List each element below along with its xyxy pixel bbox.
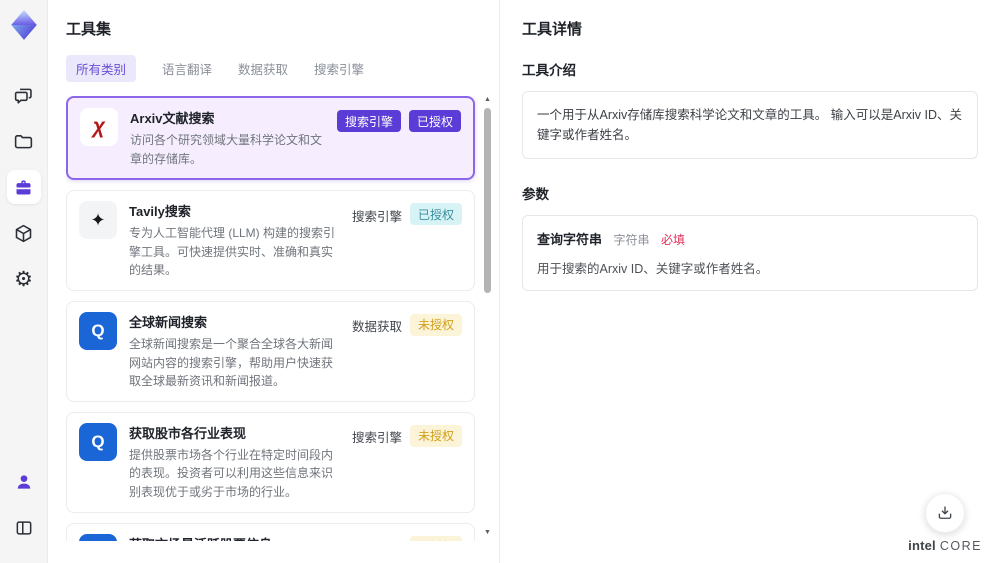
tool-description: 访问各个研究领域大量科学论文和文章的存储库。 <box>130 133 323 166</box>
news-q-icon: Q <box>79 311 117 350</box>
user-icon[interactable] <box>7 465 41 499</box>
arxiv-icon: χ <box>80 108 118 146</box>
parameter-type: 字符串 <box>613 233 650 247</box>
panel-toggle-icon[interactable] <box>7 511 41 545</box>
sparkle-glyph: ✦ <box>90 209 106 230</box>
tool-name: 获取股市各行业表现 <box>129 425 247 441</box>
tool-info: Tavily搜索 专为人工智能代理 (LLM) 构建的搜索引擎工具。可快速提供实… <box>129 201 340 280</box>
toolbox-icon[interactable] <box>6 170 41 204</box>
category-badge: 搜索引擎 <box>336 110 401 132</box>
tool-list: χ Arxiv文献搜索 访问各个研究领域大量科学论文和文章的存储库。 搜索引擎 … <box>66 96 499 541</box>
sparkle-icon: ✦ <box>79 201 117 240</box>
tab-data-fetch[interactable]: 数据获取 <box>238 55 288 82</box>
parameter-name: 查询字符串 <box>537 232 603 247</box>
brand-core: core <box>939 539 982 553</box>
params-heading: 参数 <box>522 187 549 202</box>
tool-badges: 搜索引擎 已授权 <box>336 108 461 168</box>
category-label: 搜索引擎 <box>351 209 402 224</box>
tool-info: 全球新闻搜索 全球新闻搜索是一个聚合全球各大新闻网站内容的搜索引擎，帮助用户快速… <box>129 312 340 391</box>
tool-card-arxiv[interactable]: χ Arxiv文献搜索 访问各个研究领域大量科学论文和文章的存储库。 搜索引擎 … <box>66 96 475 181</box>
brand-intel: intel <box>908 538 936 553</box>
gem-logo-icon[interactable] <box>7 8 41 42</box>
tool-info: 获取市场最活跃股票信息 提供当天交易量最高的股票列表。投资者可以利用这些信息来识… <box>129 534 340 541</box>
auth-badge: 未授权 <box>409 424 462 447</box>
tool-details-panel: 工具详情 工具介绍 一个用于从Arxiv存储库搜索科学论文和文章的工具。 输入可… <box>500 0 1000 563</box>
auth-badge: 未授权 <box>409 313 462 336</box>
scrollbar-thumb[interactable] <box>484 108 491 293</box>
tool-info: 获取股市各行业表现 提供股票市场各个行业在特定时间段内的表现。投资者可以利用这些… <box>129 423 340 502</box>
cube-icon[interactable] <box>7 216 41 250</box>
required-badge: 必填 <box>660 233 685 247</box>
category-label: 搜索引擎 <box>351 431 402 446</box>
folder-icon[interactable] <box>7 124 41 158</box>
auth-badge: 未授权 <box>409 535 462 541</box>
news-q-icon: Q <box>79 422 117 461</box>
category-tabs: 所有类别 语言翻译 数据获取 搜索引擎 <box>66 55 499 82</box>
tool-intro-box: 一个用于从Arxiv存储库搜索科学论文和文章的工具。 输入可以是Arxiv ID… <box>522 91 978 159</box>
tool-intro-text: 一个用于从Arxiv存储库搜索科学论文和文章的工具。 输入可以是Arxiv ID… <box>537 108 963 142</box>
tab-all-categories[interactable]: 所有类别 <box>66 55 137 82</box>
news-q-icon: Q <box>79 533 117 541</box>
footer-corner: intel core <box>908 493 982 553</box>
parameter-card: 查询字符串 字符串 必填 用于搜索的Arxiv ID、关键字或作者姓名。 <box>522 215 978 291</box>
q-glyph: Q <box>91 320 105 340</box>
tool-card-sector-performance[interactable]: Q 获取股市各行业表现 提供股票市场各个行业在特定时间段内的表现。投资者可以利用… <box>66 411 475 513</box>
tool-name: 获取市场最活跃股票信息 <box>129 534 340 541</box>
tool-badges: 搜索引擎 已授权 <box>352 201 462 280</box>
scroll-down-icon[interactable]: ▼ <box>482 529 493 537</box>
tool-description: 提供股票市场各个行业在特定时间段内的表现。投资者可以利用这些信息来识别表现优于或… <box>129 447 334 499</box>
q-glyph: Q <box>91 431 105 451</box>
tools-panel: 工具集 所有类别 语言翻译 数据获取 搜索引擎 χ Arxiv文献搜索 访问各个… <box>48 0 500 563</box>
auth-badge: 已授权 <box>408 110 461 132</box>
tool-badges: 搜索引擎 未授权 <box>352 423 462 502</box>
tool-name: Arxiv文献搜索 <box>130 111 215 126</box>
app-window: ⚙ 工具集 所有类别 语言翻译 数据获取 搜索引擎 χ Arxiv文献搜索 访问… <box>0 0 1000 563</box>
tool-card-global-news[interactable]: Q 全球新闻搜索 全球新闻搜索是一个聚合全球各大新闻网站内容的搜索引擎，帮助用户… <box>66 300 475 402</box>
tool-name: 全球新闻搜索 <box>129 314 208 330</box>
tab-search-engine[interactable]: 搜索引擎 <box>314 55 364 82</box>
tool-badges: 数据获取 未授权 <box>352 312 462 391</box>
intro-heading: 工具介绍 <box>522 63 576 78</box>
details-title: 工具详情 <box>522 21 583 38</box>
parameter-header: 查询字符串 字符串 必填 <box>537 229 963 249</box>
parameter-description: 用于搜索的Arxiv ID、关键字或作者姓名。 <box>537 262 769 276</box>
gear-icon[interactable]: ⚙ <box>7 262 41 296</box>
category-label: 数据获取 <box>351 320 402 335</box>
auth-badge: 已授权 <box>409 203 462 226</box>
tool-info: Arxiv文献搜索 访问各个研究领域大量科学论文和文章的存储库。 <box>130 108 325 168</box>
chat-icon[interactable] <box>7 78 41 112</box>
tool-description: 专为人工智能代理 (LLM) 构建的搜索引擎工具。可快速提供实时、准确和真实的结… <box>129 226 336 278</box>
sidebar: ⚙ <box>0 0 48 563</box>
tab-language-translation[interactable]: 语言翻译 <box>162 55 212 82</box>
arxiv-glyph: χ <box>92 115 106 138</box>
tool-name: Tavily搜索 <box>129 204 191 220</box>
page-title: 工具集 <box>66 21 112 38</box>
download-icon <box>938 506 952 519</box>
tool-card-tavily[interactable]: ✦ Tavily搜索 专为人工智能代理 (LLM) 构建的搜索引擎工具。可快速提… <box>66 190 475 291</box>
category-label: 搜索引擎 <box>352 536 402 541</box>
list-scrollbar[interactable]: ▲ ▼ <box>482 96 493 537</box>
tool-description: 全球新闻搜索是一个聚合全球各大新闻网站内容的搜索引擎，帮助用户快速获取全球最新资… <box>129 336 334 389</box>
gear-glyph: ⚙ <box>14 267 33 291</box>
download-button[interactable] <box>925 493 966 533</box>
intel-core-logo: intel core <box>908 538 982 553</box>
scroll-up-icon[interactable]: ▲ <box>482 96 493 104</box>
tool-card-active-stocks[interactable]: Q 获取市场最活跃股票信息 提供当天交易量最高的股票列表。投资者可以利用这些信息… <box>66 522 475 541</box>
tool-badges: 搜索引擎 未授权 <box>352 534 462 541</box>
